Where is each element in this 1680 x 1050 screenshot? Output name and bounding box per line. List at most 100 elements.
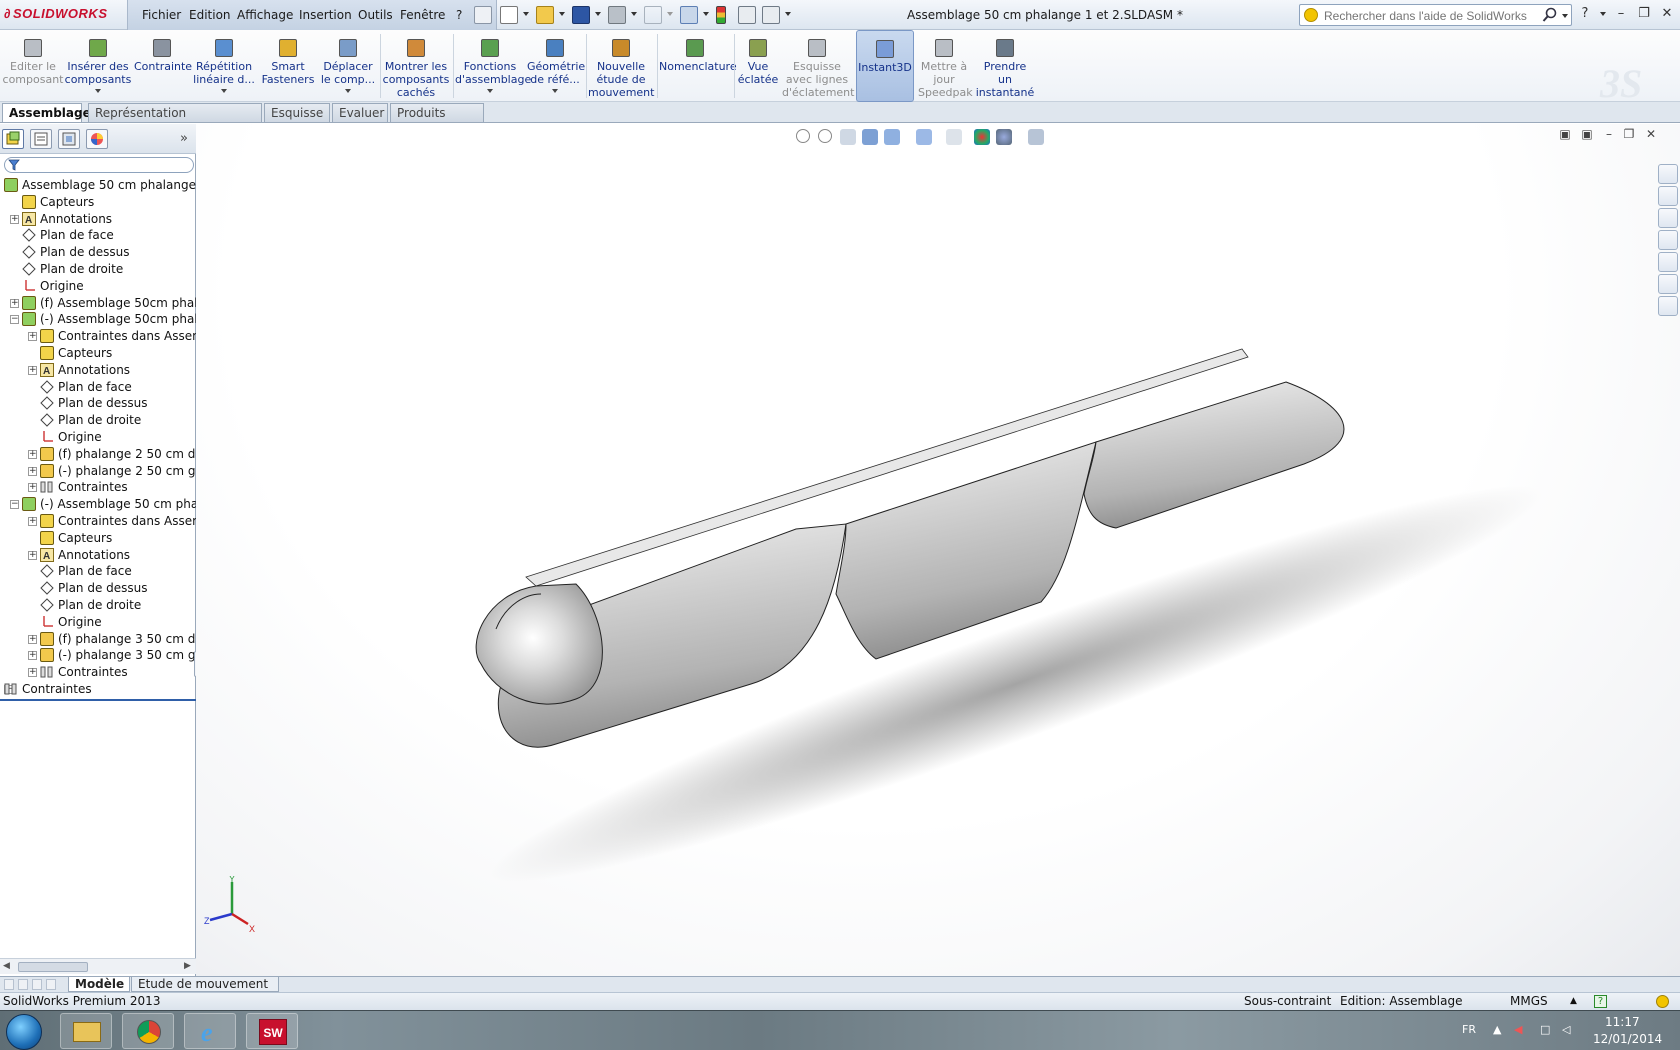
search-dropdown-icon[interactable]: [1562, 14, 1568, 18]
solidworks-logo[interactable]: ∂ SOLIDWORKS: [4, 6, 108, 24]
tab-representation-schematique[interactable]: Représentation schématique: [88, 103, 262, 139]
cmd-show-hidden[interactable]: Montrer les composants cachés: [382, 30, 450, 102]
tree-node[interactable]: + Contraintes dans Assemb: [0, 512, 196, 530]
expand-icon[interactable]: +: [28, 466, 37, 476]
tree-node[interactable]: + (-) phalange 3 50 cm gau: [0, 646, 196, 664]
search-icon[interactable]: [1542, 7, 1558, 23]
expand-icon[interactable]: +: [10, 214, 19, 224]
cmd-reference-geometry[interactable]: Géométrie de réfé...: [527, 30, 585, 102]
tree-node[interactable]: Capteurs: [0, 344, 196, 362]
cmd-dropdown-icon[interactable]: [95, 89, 101, 93]
graphics-area[interactable]: ▣ ▣ – ❐ ✕ Y Z X: [196, 124, 1680, 976]
menu-affichage[interactable]: Affichage: [237, 8, 293, 22]
volume-icon[interactable]: ◁: [1562, 1023, 1570, 1036]
expand-panel-icon[interactable]: »: [180, 131, 188, 146]
tree-node[interactable]: Plan de face: [0, 378, 196, 396]
model-end-cap[interactable]: [475, 583, 603, 705]
undo-dropdown-icon[interactable]: [667, 12, 673, 16]
tree-node[interactable]: − (-) Assemblage 50 cm phalar: [0, 495, 196, 513]
tree-node[interactable]: + (-) phalange 2 50 cm gau: [0, 462, 196, 480]
cmd-new-motion-study[interactable]: Nouvelle étude de mouvement: [588, 30, 654, 102]
expand-icon[interactable]: +: [10, 298, 19, 308]
tree-node[interactable]: + (f) Assemblage 50cm phalang: [0, 294, 196, 312]
help-menu-dropdown-icon[interactable]: [1600, 12, 1606, 16]
menu-fichier[interactable]: Fichier: [142, 8, 181, 22]
expand-icon[interactable]: +: [28, 483, 37, 493]
help-search-input[interactable]: [1324, 8, 1544, 23]
help-search-box[interactable]: [1299, 4, 1572, 26]
collapse-icon[interactable]: −: [10, 500, 19, 510]
cmd-assembly-features[interactable]: Fonctions d'assemblage: [455, 30, 531, 102]
filter-icon[interactable]: [8, 159, 20, 171]
expand-icon[interactable]: +: [28, 634, 37, 644]
tree-rollback-bar[interactable]: [0, 698, 196, 701]
open-dropdown-icon[interactable]: [559, 12, 565, 16]
tree-node[interactable]: + A Annotations: [0, 210, 196, 228]
scrollbar-thumb[interactable]: [18, 962, 88, 972]
expand-icon[interactable]: +: [28, 550, 37, 560]
expand-icon[interactable]: +: [28, 332, 37, 342]
cmd-insert-components[interactable]: Insérer des composants: [64, 30, 132, 102]
custom-properties-icon[interactable]: [1658, 296, 1678, 316]
tree-node[interactable]: +Contraintes: [0, 478, 196, 496]
cmd-linear-pattern[interactable]: Répétition linéaire d...: [192, 30, 256, 102]
menu-help[interactable]: ?: [456, 8, 462, 22]
undo-icon[interactable]: [644, 6, 662, 24]
solidworks-resources-icon[interactable]: [1658, 164, 1678, 184]
solidworks-app-icon[interactable]: SW: [246, 1013, 298, 1049]
tab-evaluer[interactable]: Evaluer: [332, 103, 388, 122]
print-dropdown-icon[interactable]: [631, 12, 637, 16]
cmd-mate[interactable]: Contrainte: [134, 30, 192, 102]
menu-edition[interactable]: Edition: [189, 8, 231, 22]
cmd-dropdown-icon[interactable]: [345, 89, 351, 93]
cmd-dropdown-icon[interactable]: [221, 89, 227, 93]
rebuild-traffic-light-icon[interactable]: [716, 6, 726, 24]
tree-node[interactable]: + A Annotations: [0, 546, 196, 564]
tab-assemblage[interactable]: Assemblage: [2, 103, 91, 122]
show-hidden-icons-icon[interactable]: ▲: [1493, 1023, 1501, 1036]
select-cursor-icon[interactable]: [680, 6, 698, 24]
tree-node[interactable]: Assemblage 50 cm phalange 1 et: [0, 176, 196, 194]
tree-node[interactable]: Plan de dessus: [0, 243, 196, 261]
property-manager-tab-icon[interactable]: [30, 129, 52, 149]
tab-last-icon[interactable]: [46, 979, 56, 990]
tree-node[interactable]: + Contraintes dans Assemb: [0, 327, 196, 345]
clock-date[interactable]: 12/01/2014: [1593, 1032, 1662, 1046]
tree-node[interactable]: Origine: [0, 277, 196, 295]
open-folder-icon[interactable]: [536, 6, 554, 24]
tree-node[interactable]: Plan de face: [0, 226, 196, 244]
cmd-take-snapshot[interactable]: Prendre un instantané: [974, 30, 1036, 102]
pin-icon[interactable]: [474, 6, 492, 24]
cmd-explode-line-sketch[interactable]: Esquisse avec lignes d'éclatement: [782, 30, 854, 102]
tree-node[interactable]: Plan de droite: [0, 260, 196, 278]
tree-node[interactable]: Plan de droite: [0, 596, 196, 614]
cmd-dropdown-icon[interactable]: [487, 89, 493, 93]
tree-node[interactable]: +Contraintes: [0, 663, 196, 681]
design-library-icon[interactable]: [1658, 208, 1678, 228]
cmd-edit-component[interactable]: Editer le composant: [2, 30, 64, 102]
tree-node[interactable]: Plan de dessus: [0, 394, 196, 412]
view-palette-icon[interactable]: [1658, 252, 1678, 272]
appearances-icon[interactable]: [1658, 274, 1678, 294]
tab-esquisse[interactable]: Esquisse: [264, 103, 330, 122]
display-manager-tab-icon[interactable]: [86, 129, 108, 149]
clock-time[interactable]: 11:17: [1605, 1015, 1640, 1029]
tree-node[interactable]: + A Annotations: [0, 361, 196, 379]
cmd-smart-fasteners[interactable]: Smart Fasteners: [258, 30, 318, 102]
expand-icon[interactable]: +: [28, 365, 37, 375]
tree-node[interactable]: Plan de face: [0, 562, 196, 580]
expand-icon[interactable]: +: [28, 449, 37, 459]
menu-fenetre[interactable]: Fenêtre: [400, 8, 445, 22]
language-indicator[interactable]: FR: [1462, 1023, 1476, 1036]
scroll-right-icon[interactable]: ▶: [184, 961, 191, 971]
restore-button[interactable]: ❐: [1635, 6, 1653, 22]
tab-prev-icon[interactable]: [18, 979, 28, 990]
3d-model-render[interactable]: [196, 124, 1680, 976]
cmd-move-component[interactable]: Déplacer le comp...: [320, 30, 376, 102]
internet-explorer-app-icon[interactable]: e: [184, 1013, 236, 1049]
save-dropdown-icon[interactable]: [595, 12, 601, 16]
scroll-left-icon[interactable]: ◀: [3, 961, 10, 971]
tree-node[interactable]: +Contraintes: [0, 680, 196, 698]
tree-node[interactable]: Capteurs: [0, 529, 196, 547]
cmd-instant3d[interactable]: Instant3D: [856, 30, 914, 102]
